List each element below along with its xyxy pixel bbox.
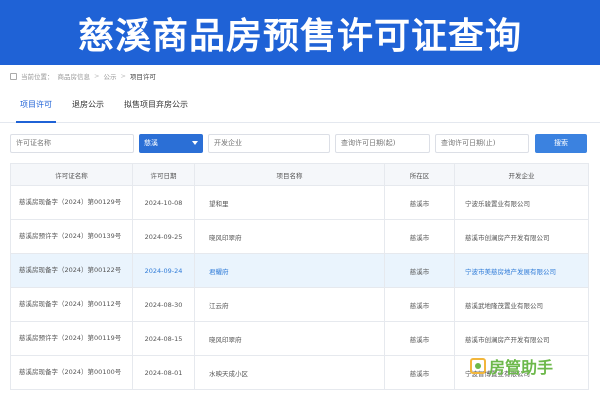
tab-project-license[interactable]: 项目许可 [10, 99, 62, 123]
cell-project: 望和里 [194, 185, 385, 220]
table-row[interactable]: 慈溪房预许字（2024）第00139号 2024-09-25 晓风印翠府 慈溪市… [10, 219, 589, 254]
breadcrumb-current: 项目许可 [129, 73, 156, 81]
column-header-district: 所在区 [384, 163, 455, 186]
cell-developer: 慈溪市创澜房产开发有限公司 [454, 219, 589, 254]
cell-date: 2024-08-15 [132, 321, 195, 356]
top-banner: 慈溪商品房预售许可证查询 [0, 0, 600, 65]
tab-bar: 项目许可 退房公示 拟售项目弃房公示 [0, 87, 600, 123]
home-icon [10, 72, 17, 80]
cell-project: 晓风印翠府 [194, 321, 385, 356]
table-row-highlighted[interactable]: 慈溪房现备字（2024）第00122号 2024-09-24 君耀府 慈溪市 宁… [10, 253, 589, 288]
column-header-project: 项目名称 [194, 163, 385, 186]
breadcrumb: 当前位置： 商品房信息 > 公示 > 项目许可 [0, 65, 600, 87]
column-header-date: 许可日期 [132, 163, 195, 186]
cell-district: 慈溪市 [384, 355, 455, 390]
date-end-input[interactable] [435, 133, 529, 153]
developer-input[interactable] [208, 133, 330, 153]
cell-district: 慈溪市 [384, 219, 455, 254]
tab-refund-notice[interactable]: 退房公示 [62, 99, 114, 122]
cell-license: 慈溪房预许字（2024）第00119号 [10, 321, 133, 356]
cell-project: 君耀府 [194, 253, 385, 288]
watermark-text: 房管助手 [489, 358, 554, 377]
tab-abandoned-notice[interactable]: 拟售项目弃房公示 [114, 99, 198, 122]
chevron-down-icon [192, 141, 198, 145]
cell-license: 慈溪房现备字（2024）第00122号 [10, 253, 133, 288]
cell-date: 2024-10-08 [132, 185, 195, 220]
cell-district: 慈溪市 [384, 287, 455, 322]
table-header-row: 许可证名称 许可日期 项目名称 所在区 开发企业 [10, 163, 589, 186]
district-select-value: 慈溪 [144, 139, 158, 147]
date-start-input[interactable] [335, 133, 430, 153]
table-row[interactable]: 慈溪房现备字（2024）第00112号 2024-08-30 江云府 慈溪市 慈… [10, 287, 589, 322]
cell-project: 江云府 [194, 287, 385, 322]
breadcrumb-item-house-info[interactable]: 商品房信息 [58, 71, 91, 81]
watermark: 房管助手 [470, 353, 594, 379]
cell-developer: 宁波乐骏置业有限公司 [454, 185, 589, 220]
cell-license: 慈溪房现备字（2024）第00129号 [10, 185, 133, 220]
cell-license: 慈溪房预许字（2024）第00139号 [10, 219, 133, 254]
breadcrumb-prefix: 当前位置： [21, 73, 54, 81]
cell-license: 慈溪房现备字（2024）第00100号 [10, 355, 133, 390]
cell-district: 慈溪市 [384, 321, 455, 356]
breadcrumb-separator: > [94, 72, 100, 80]
table-row[interactable]: 慈溪房现备字（2024）第00129号 2024-10-08 望和里 慈溪市 宁… [10, 185, 589, 220]
cell-license: 慈溪房现备字（2024）第00112号 [10, 287, 133, 322]
cell-date: 2024-09-25 [132, 219, 195, 254]
breadcrumb-separator: > [120, 72, 126, 80]
cell-project: 水映天成小区 [194, 355, 385, 390]
cell-district: 慈溪市 [384, 185, 455, 220]
cell-date: 2024-08-01 [132, 355, 195, 390]
cell-project: 晓风印翠府 [194, 219, 385, 254]
filter-bar: 慈溪 搜索 [0, 123, 600, 163]
breadcrumb-item-public[interactable]: 公示 [103, 71, 116, 81]
cell-date: 2024-09-24 [132, 253, 195, 288]
license-name-input[interactable] [10, 133, 134, 153]
cell-developer: 慈溪市创澜房产开发有限公司 [454, 321, 589, 356]
banner-title: 慈溪商品房预售许可证查询 [77, 15, 522, 57]
cell-developer: 宁波市美慈房地产发展有限公司 [454, 253, 589, 288]
cell-district: 慈溪市 [384, 253, 455, 288]
house-logo-icon [470, 358, 486, 374]
cell-date: 2024-08-30 [132, 287, 195, 322]
table-row[interactable]: 慈溪房预许字（2024）第00119号 2024-08-15 晓风印翠府 慈溪市… [10, 321, 589, 356]
search-button[interactable]: 搜索 [535, 133, 587, 153]
district-select[interactable]: 慈溪 [139, 133, 203, 153]
cell-developer: 慈溪武地隆茂置业有限公司 [454, 287, 589, 322]
column-header-license: 许可证名称 [10, 163, 133, 186]
column-header-developer: 开发企业 [454, 163, 589, 186]
